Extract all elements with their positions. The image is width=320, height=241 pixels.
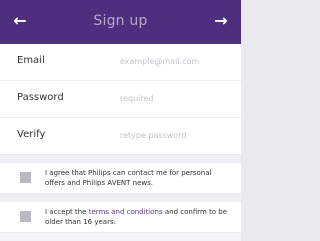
page-title: Sign up — [93, 13, 148, 29]
email-row: Email — [0, 44, 241, 81]
header-bar: ← Sign up → — [0, 0, 241, 44]
terms-prefix: I accept the — [45, 208, 89, 216]
signup-form: Email Password Verify I agree that Phili… — [0, 44, 241, 233]
terms-consent-checkbox[interactable] — [20, 211, 31, 222]
signup-screen: ← Sign up → Email Password Verify I agre… — [0, 0, 241, 241]
password-row: Password — [0, 81, 241, 118]
verify-row: Verify — [0, 118, 241, 155]
verify-password-field[interactable] — [120, 126, 233, 144]
email-field[interactable] — [120, 52, 233, 70]
section-divider — [0, 155, 241, 163]
password-label: Password — [17, 92, 64, 103]
marketing-consent-checkbox[interactable] — [20, 172, 31, 183]
terms-consent-text: I accept the terms and conditions and co… — [45, 207, 233, 227]
marketing-consent-row: I agree that Philips can contact me for … — [0, 163, 241, 194]
arrow-right-icon[interactable]: → — [213, 12, 229, 30]
section-divider — [0, 194, 241, 202]
verify-label: Verify — [17, 129, 46, 140]
marketing-consent-text: I agree that Philips can contact me for … — [45, 169, 212, 187]
password-field[interactable] — [120, 89, 233, 107]
terms-consent-row: I accept the terms and conditions and co… — [0, 202, 241, 233]
email-label: Email — [17, 55, 45, 66]
terms-link[interactable]: terms and conditions — [89, 208, 163, 216]
arrow-left-icon[interactable]: ← — [12, 12, 28, 30]
